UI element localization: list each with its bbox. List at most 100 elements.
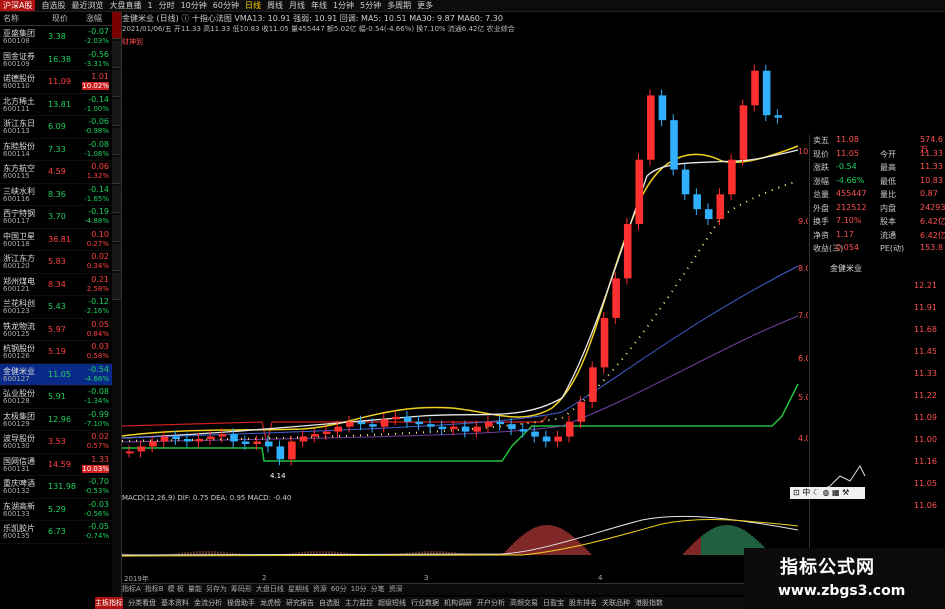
function-tab[interactable]: 操盘助手: [227, 597, 255, 609]
candle-body: [484, 421, 493, 427]
function-tab[interactable]: 股东排名: [569, 597, 597, 609]
function-tab[interactable]: 日盈宝: [543, 597, 564, 609]
topbar-item[interactable]: 周线: [267, 0, 283, 11]
indicator-tab[interactable]: 10分: [351, 584, 367, 595]
candle-body: [566, 421, 574, 437]
stock-row[interactable]: 波导股份 600130 3.53 0.02 0.57%: [0, 431, 112, 454]
function-tab[interactable]: 开户分析: [477, 597, 505, 609]
function-tab[interactable]: 高频交易: [510, 597, 538, 609]
candle-body: [264, 441, 273, 447]
topbar-item[interactable]: 沪深A股: [0, 0, 36, 11]
indicator-tab[interactable]: 量能: [188, 584, 202, 595]
stock-row[interactable]: 国网信通 600131 14.59 1.33 10.03%: [0, 454, 112, 476]
topbar-item[interactable]: 年线: [311, 0, 327, 11]
stock-row[interactable]: 亚盛集团 600108 3.38 -0.07 -2.03%: [0, 26, 112, 49]
stock-row[interactable]: 东方航空 600115 4.59 0.06 1.32%: [0, 161, 112, 184]
function-tab[interactable]: 行业数据: [411, 597, 439, 609]
candle-body: [137, 446, 146, 452]
stock-row[interactable]: 浙江东方 600120 5.83 0.02 0.34%: [0, 251, 112, 274]
indicator-tab[interactable]: 筹码形: [231, 584, 252, 595]
candle-body: [357, 421, 366, 425]
function-tab[interactable]: 自选股: [319, 597, 340, 609]
stock-row[interactable]: 东睦股份 600114 7.33 -0.08 -1.08%: [0, 139, 112, 161]
stock-row[interactable]: 国金证券 600109 16.38 -0.56 -3.31%: [0, 49, 112, 71]
topbar-item[interactable]: 1分钟: [333, 0, 354, 11]
indicator-tab[interactable]: 星期线: [288, 584, 309, 595]
stock-row[interactable]: 中国卫星 600118 36.81 0.10 0.27%: [0, 229, 112, 251]
stock-row[interactable]: 西宁特钢 600117 3.70 -0.19 -4.88%: [0, 206, 112, 229]
stock-row[interactable]: 太极集团 600129 12.96 -0.99 -7.10%: [0, 409, 112, 431]
candle-body: [415, 421, 424, 425]
stock-change: 0.10: [91, 229, 109, 239]
indicator-tabs[interactable]: 指标A 指标B 模 板量能 另存为 筹码形 大盘日线 星期线 资源 60分 10分 分笔 资深: [122, 583, 808, 595]
function-tab[interactable]: 基本资料: [161, 597, 189, 609]
y-label-5: 5.00: [798, 393, 808, 402]
stock-row[interactable]: 杭钢股份 600126 5.19 0.03 0.58%: [0, 341, 112, 364]
function-tab[interactable]: 分类看盘: [128, 597, 156, 609]
stock-code: 600110: [3, 82, 30, 90]
candle-body: [635, 159, 644, 224]
candle-body: [346, 421, 354, 427]
quote-cell: 6.42亿: [920, 230, 945, 240]
vertical-tab-strip[interactable]: [112, 12, 122, 602]
topbar-item[interactable]: 月线: [289, 0, 305, 11]
indicator-tab[interactable]: 模 板: [168, 584, 184, 595]
function-tab[interactable]: 港股指数: [635, 597, 663, 609]
stock-pct: -0.98%: [84, 127, 109, 135]
function-tab[interactable]: 主板指标: [95, 597, 123, 609]
topbar-item[interactable]: 分时: [159, 0, 175, 11]
topbar-item[interactable]: 自选股: [41, 0, 65, 11]
stock-row[interactable]: 东湖高新 600133 5.29 -0.03 -0.56%: [0, 499, 112, 521]
stock-row[interactable]: 重庆啤酒 600132 131.98 -0.70 -0.53%: [0, 476, 112, 499]
function-tab[interactable]: 关联品种: [602, 597, 630, 609]
quote-cell: 10.83: [920, 175, 943, 185]
candle-body: [473, 426, 481, 432]
stock-row[interactable]: 弘业股份 600128 5.91 -0.08 -1.34%: [0, 386, 112, 409]
indicator-tab[interactable]: 指标A: [122, 584, 141, 595]
topbar-item[interactable]: 日线: [245, 0, 261, 11]
stock-row[interactable]: 郑州煤电 600121 8.34 0.21 2.58%: [0, 274, 112, 296]
mini-toolbar[interactable]: ⊡ 中 ☾ ◍ ▦ ⚒: [790, 487, 865, 499]
stock-row[interactable]: 乐凯胶片 600135 6.73 -0.05 -0.74%: [0, 521, 112, 544]
function-tab[interactable]: 超级短线: [378, 597, 406, 609]
function-tab[interactable]: 龙虎榜: [260, 597, 281, 609]
stock-code: 600132: [3, 487, 30, 495]
function-tabs[interactable]: 主板指标 分类看盘 基本资料 金流分析 操盘助手 龙虎榜 研究报告 自选股 主力监控 超级短线 行业…: [95, 597, 808, 609]
candle-body: [322, 431, 331, 435]
topbar-item[interactable]: 更多: [417, 0, 433, 11]
topbar-item[interactable]: 1: [147, 0, 152, 11]
topbar-item[interactable]: 多周期: [387, 0, 411, 11]
candle-body: [751, 70, 759, 106]
indicator-tab[interactable]: 60分: [331, 584, 347, 595]
stock-row[interactable]: 金健米业 600127 11.05 -0.54 -4.66%: [0, 363, 112, 386]
stock-row[interactable]: 铁龙物流 600125 5.97 0.05 0.84%: [0, 319, 112, 341]
function-tab[interactable]: 主力监控: [345, 597, 373, 609]
indicator-tab[interactable]: 资深: [389, 584, 403, 595]
function-tab[interactable]: 研究报告: [286, 597, 314, 609]
stock-pct: 0.27%: [86, 239, 109, 248]
topbar-item[interactable]: 60分钟: [213, 0, 239, 11]
stock-row[interactable]: 三峡水利 600116 8.36 -0.14 -1.65%: [0, 184, 112, 206]
stock-row[interactable]: 诺德股份 600110 11.09 1.01 10.02%: [0, 71, 112, 94]
topbar-item[interactable]: 10分钟: [181, 0, 207, 11]
topbar-item[interactable]: 5分钟: [360, 0, 381, 11]
indicator-tab[interactable]: 资源: [313, 584, 327, 595]
function-tab[interactable]: 金流分析: [194, 597, 222, 609]
candle-body: [774, 115, 782, 118]
function-tab[interactable]: 机构调研: [444, 597, 472, 609]
stock-row[interactable]: 北方稀土 600111 13.81 -0.14 -1.00%: [0, 94, 112, 116]
stock-row[interactable]: 浙江东日 600113 6.09 -0.06 -0.98%: [0, 116, 112, 139]
topbar-item[interactable]: 最近浏览: [71, 0, 103, 11]
indicator-tab[interactable]: 大盘日线: [256, 584, 284, 595]
candlestick-chart[interactable]: 10.00 9.00 8.00 7.00 6.00 5.00 4.00 4.14: [122, 46, 808, 491]
indicator-tab[interactable]: 另存为: [206, 584, 227, 595]
indicator-tab[interactable]: 指标B: [145, 584, 164, 595]
topbar-item[interactable]: 大盘直播: [109, 0, 141, 11]
stock-row[interactable]: 兰花科创 600123 5.43 -0.12 -2.16%: [0, 296, 112, 319]
quote-cell: PE(动): [880, 244, 905, 253]
stock-change: -0.56: [88, 49, 109, 59]
indicator-tab[interactable]: 分笔: [371, 584, 385, 595]
macd-chart[interactable]: [122, 500, 808, 580]
quote-cell: 换手: [813, 217, 829, 226]
candle-body: [728, 159, 736, 195]
